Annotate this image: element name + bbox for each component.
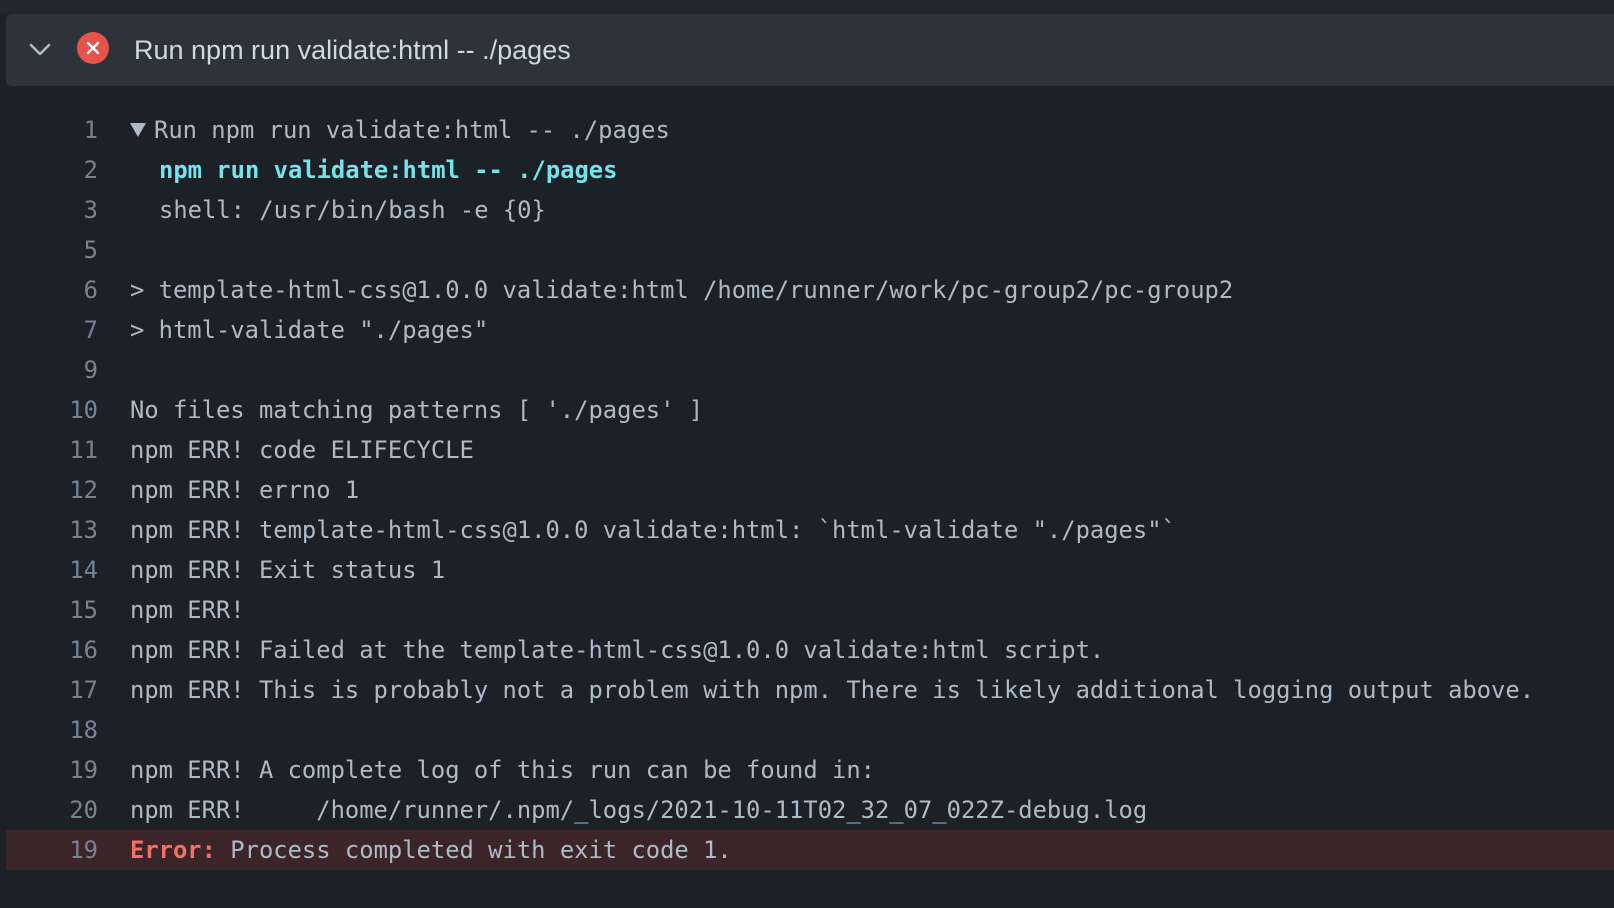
- step-header[interactable]: Run npm run validate:html -- ./pages: [6, 14, 1614, 86]
- log-line-text: npm ERR! This is probably not a problem …: [130, 676, 1535, 704]
- log-line-content: npm ERR! A complete log of this run can …: [130, 750, 875, 790]
- log-line-content: shell: /usr/bin/bash -e {0}: [130, 190, 546, 230]
- line-number[interactable]: 15: [6, 590, 98, 630]
- error-message: Process completed with exit code 1.: [215, 836, 732, 864]
- log-line: 19 npm ERR! A complete log of this run ca…: [6, 750, 1614, 790]
- log-line: 20 npm ERR! /home/runner/.npm/_logs/2021-…: [6, 790, 1614, 830]
- step-title: Run npm run validate:html -- ./pages: [134, 35, 571, 65]
- log-line: 3 shell: /usr/bin/bash -e {0}: [6, 190, 1614, 230]
- top-strip: [0, 0, 1614, 14]
- log-line: 1 Run npm run validate:html -- ./pages: [6, 110, 1614, 150]
- log-line: 18: [6, 710, 1614, 750]
- log-line: 10 No files matching patterns [ './pages'…: [6, 390, 1614, 430]
- chevron-down-icon[interactable]: [28, 38, 52, 62]
- log-line: 6 > template-html-css@1.0.0 validate:html…: [6, 270, 1614, 310]
- line-number[interactable]: 19: [6, 750, 98, 790]
- log-line: 16 npm ERR! Failed at the template-html-c…: [6, 630, 1614, 670]
- log-line-text: > template-html-css@1.0.0 validate:html …: [130, 276, 1234, 304]
- log-line-content: npm ERR! Failed at the template-html-css…: [130, 630, 1104, 670]
- line-number[interactable]: 17: [6, 670, 98, 710]
- line-number[interactable]: 13: [6, 510, 98, 550]
- log-line-content: npm ERR! errno 1: [130, 470, 359, 510]
- line-number[interactable]: 9: [6, 350, 98, 390]
- log-line-text: npm ERR! errno 1: [130, 476, 360, 504]
- log-line: 17 npm ERR! This is probably not a proble…: [6, 670, 1614, 710]
- line-number[interactable]: 5: [6, 230, 98, 270]
- caret-down-icon[interactable]: [130, 123, 146, 137]
- line-number[interactable]: 20: [6, 790, 98, 830]
- log-line-text: npm ERR! Failed at the template-html-css…: [130, 636, 1105, 664]
- log-line-content: npm ERR! /home/runner/.npm/_logs/2021-10…: [130, 790, 1147, 830]
- log-output: 1 Run npm run validate:html -- ./pages 2 np…: [6, 110, 1614, 870]
- log-line: 5: [6, 230, 1614, 270]
- log-line: 11 npm ERR! code ELIFECYCLE: [6, 430, 1614, 470]
- log-line-content: Run npm run validate:html -- ./pages: [130, 110, 670, 150]
- log-line-text: npm run validate:html -- ./pages: [159, 156, 618, 184]
- log-line: 9: [6, 350, 1614, 390]
- line-number[interactable]: 16: [6, 630, 98, 670]
- line-number[interactable]: 18: [6, 710, 98, 750]
- log-line-content: npm ERR! code ELIFECYCLE: [130, 430, 474, 470]
- line-number[interactable]: 14: [6, 550, 98, 590]
- line-number[interactable]: 7: [6, 310, 98, 350]
- line-number[interactable]: 2: [6, 150, 98, 190]
- log-line-text: No files matching patterns [ './pages' ]: [130, 396, 704, 424]
- log-line-text: npm ERR! Exit status 1: [130, 556, 446, 584]
- log-line: 12 npm ERR! errno 1: [6, 470, 1614, 510]
- line-number[interactable]: 11: [6, 430, 98, 470]
- log-line-content: npm run validate:html -- ./pages: [130, 150, 617, 190]
- log-line-content: npm ERR! Exit status 1: [130, 550, 445, 590]
- log-line: 2 npm run validate:html -- ./pages: [6, 150, 1614, 190]
- log-line: 15 npm ERR!: [6, 590, 1614, 630]
- log-line-text: npm ERR! code ELIFECYCLE: [130, 436, 474, 464]
- log-line: 7 > html-validate "./pages": [6, 310, 1614, 350]
- line-number[interactable]: 1: [6, 110, 98, 150]
- error-label: Error:: [130, 836, 216, 864]
- error-line: 19 Error: Process completed with exit cod…: [6, 830, 1614, 870]
- line-number[interactable]: 3: [6, 190, 98, 230]
- line-number[interactable]: 12: [6, 470, 98, 510]
- log-line-content: npm ERR!: [130, 590, 245, 630]
- log-line: 14 npm ERR! Exit status 1: [6, 550, 1614, 590]
- line-number[interactable]: 19: [6, 830, 98, 870]
- log-line-text: npm ERR! /home/runner/.npm/_logs/2021-10…: [130, 796, 1148, 824]
- line-number[interactable]: 6: [6, 270, 98, 310]
- log-line-text: Run npm run validate:html -- ./pages: [154, 116, 670, 144]
- log-line-content: > template-html-css@1.0.0 validate:html …: [130, 270, 1233, 310]
- error-line-content: Error: Process completed with exit code …: [130, 830, 732, 870]
- log-line-content: npm ERR! This is probably not a problem …: [130, 670, 1534, 710]
- log-line-text: npm ERR!: [130, 596, 245, 624]
- log-line-content: No files matching patterns [ './pages' ]: [130, 390, 703, 430]
- log-line-text: npm ERR! template-html-css@1.0.0 validat…: [130, 516, 1176, 544]
- line-number[interactable]: 10: [6, 390, 98, 430]
- log-line-text: > html-validate "./pages": [130, 316, 489, 344]
- log-line-text: shell: /usr/bin/bash -e {0}: [159, 196, 546, 224]
- log-line: 13 npm ERR! template-html-css@1.0.0 valid…: [6, 510, 1614, 550]
- x-circle-icon: [77, 32, 109, 64]
- log-line-content: > html-validate "./pages": [130, 310, 488, 350]
- log-line-text: npm ERR! A complete log of this run can …: [130, 756, 876, 784]
- log-line-content: npm ERR! template-html-css@1.0.0 validat…: [130, 510, 1176, 550]
